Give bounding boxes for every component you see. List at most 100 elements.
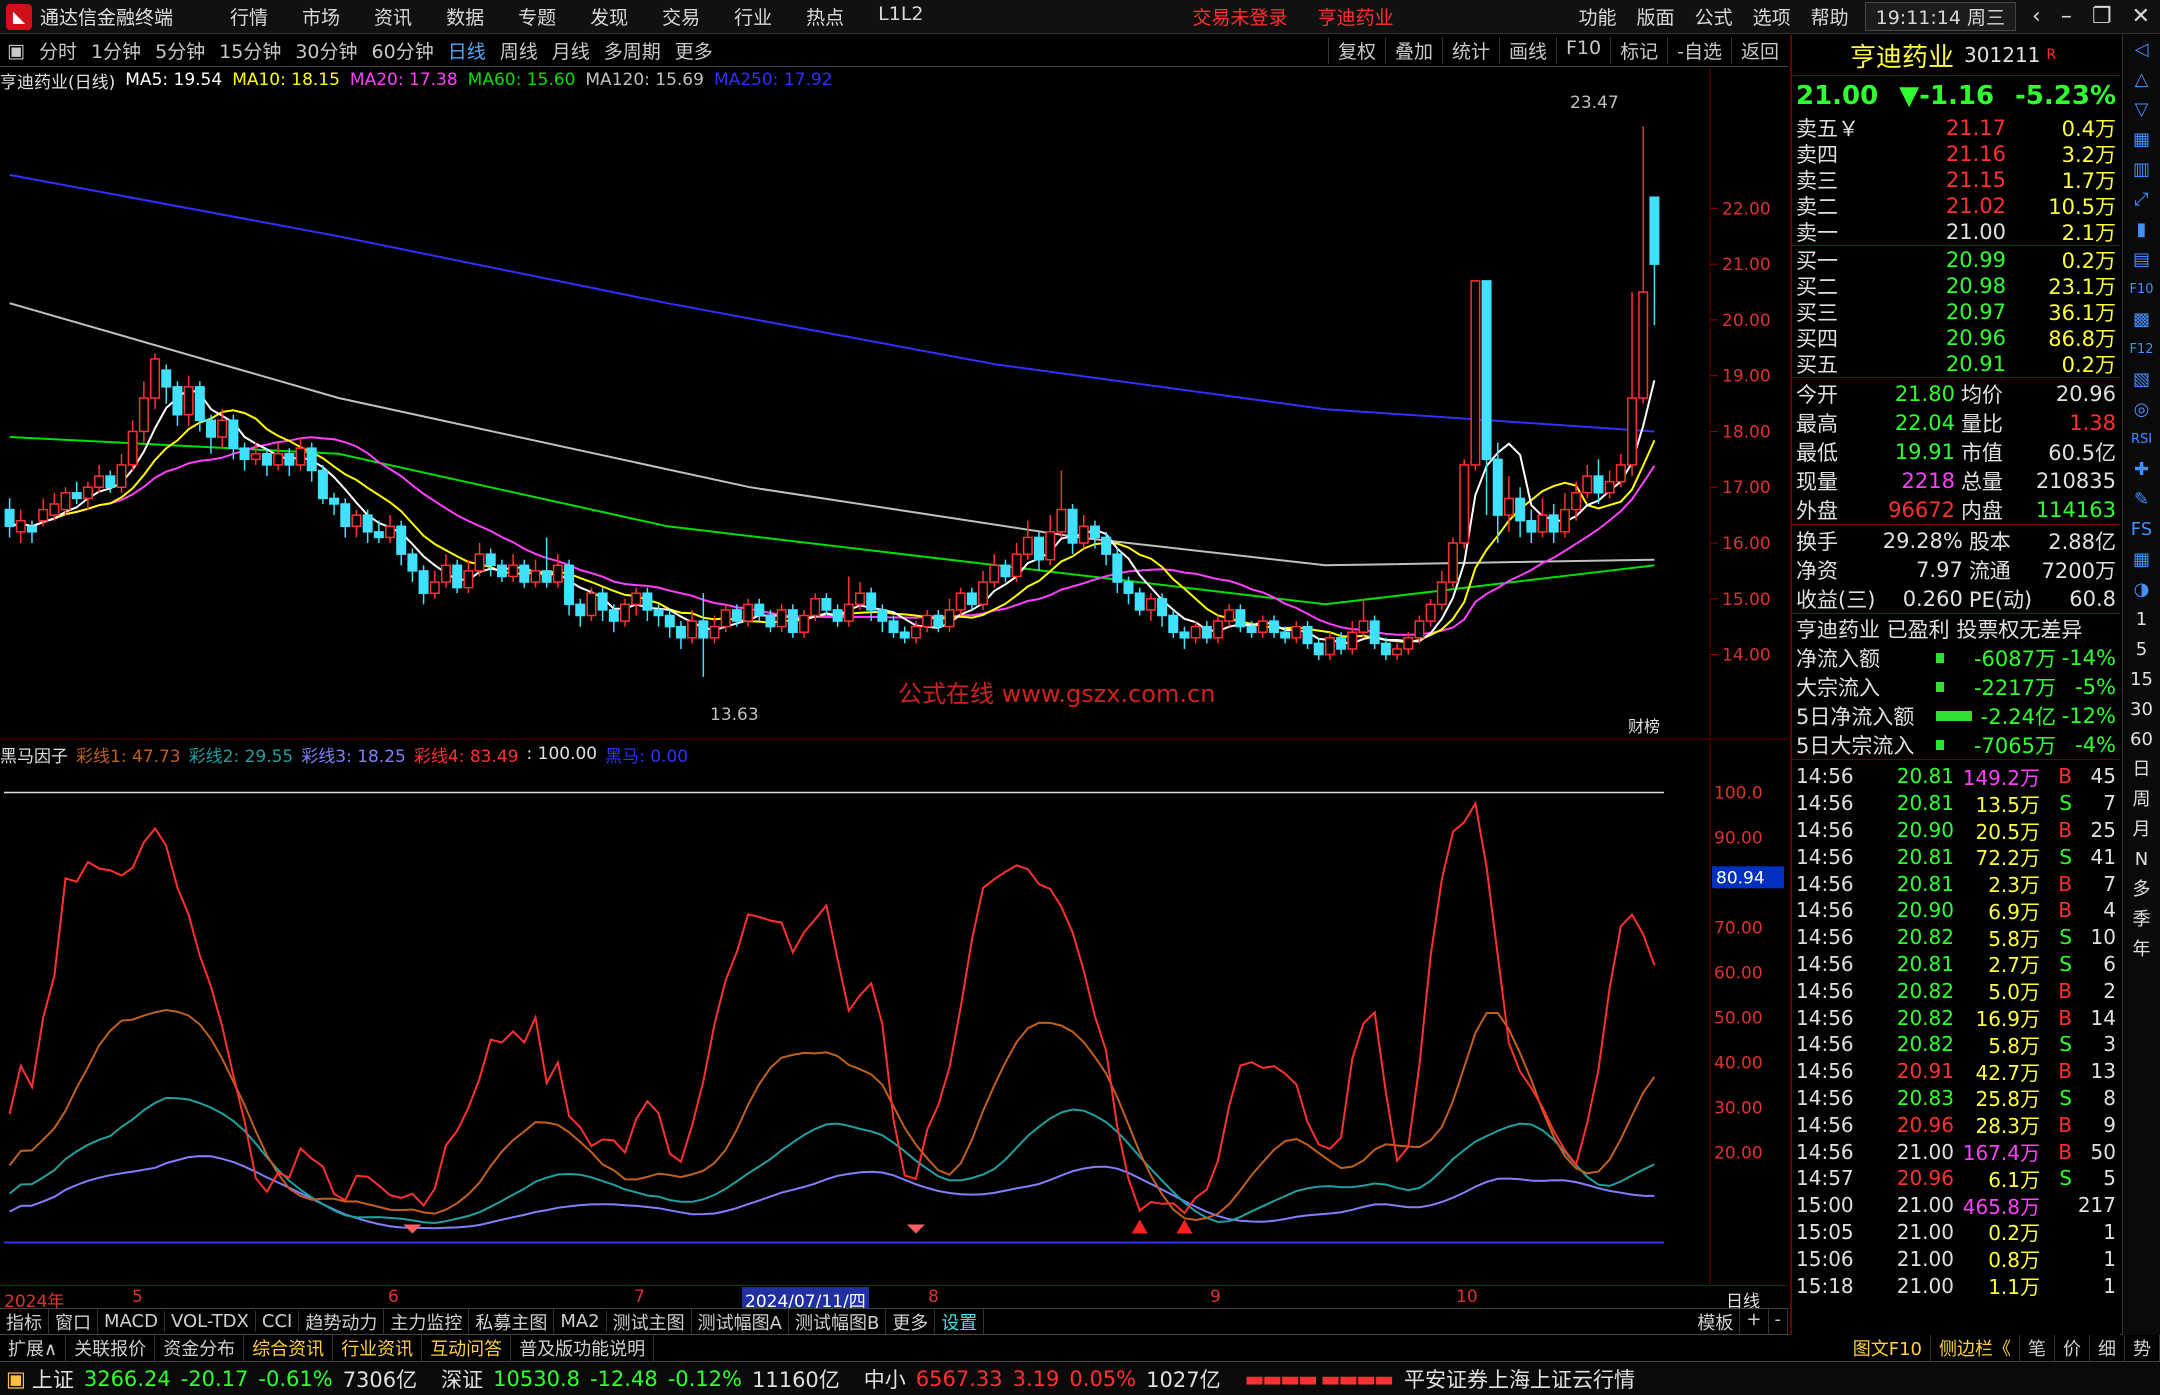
menu-item-9[interactable]: L1L2 (861, 3, 940, 30)
side-tool-24[interactable]: 日 (2133, 755, 2151, 785)
ask-row[interactable]: 卖二 21.02 10.5万 (1792, 193, 2120, 219)
ext-right-0[interactable]: 图文F10 (1845, 1334, 1931, 1361)
bid-row[interactable]: 买一 20.99 0.2万 (1792, 247, 2120, 273)
side-tool-6[interactable]: ▮ (2137, 215, 2147, 245)
chart-tool-1[interactable]: 叠加 (1384, 37, 1442, 64)
stock-name-top[interactable]: 亨迪药业 (1306, 7, 1406, 29)
ask-row[interactable]: 卖五￥ 21.17 0.4万 (1792, 115, 2120, 141)
sz-index[interactable]: 深证 10530.8 -12.48 -0.12% 11160亿 (441, 1364, 840, 1394)
ask-row[interactable]: 卖一 21.00 2.1万 (1792, 219, 2120, 245)
side-tool-14[interactable]: ✚ (2134, 455, 2149, 485)
side-tool-16[interactable]: FS (2131, 515, 2152, 545)
side-tool-2[interactable]: ▽ (2135, 95, 2149, 125)
side-tool-19[interactable]: 1 (2136, 605, 2147, 635)
menu-item-7[interactable]: 行业 (717, 3, 789, 30)
price-chart[interactable]: 22.00 21.00 20.00 19.00 18.00 17.00 16.00 15.00… (0, 68, 1788, 740)
side-tool-18[interactable]: ◑ (2134, 575, 2150, 605)
period-tab-2[interactable]: 5分钟 (148, 37, 212, 64)
menu-formula[interactable]: 公式 (1685, 3, 1743, 30)
back-icon[interactable]: ‹ (2022, 4, 2051, 29)
chart-tool-4[interactable]: F10 (1556, 37, 1610, 64)
period-tab-7[interactable]: 周线 (493, 37, 545, 64)
indicator-tab-0[interactable]: 指标 (0, 1308, 49, 1335)
side-tool-4[interactable]: ▥ (2133, 155, 2150, 185)
side-tool-12[interactable]: ◎ (2134, 395, 2150, 425)
close-icon[interactable]: ✕ (2122, 4, 2160, 29)
ext-tab-4[interactable]: 行业资讯 (333, 1334, 423, 1361)
ext-tab-1[interactable]: 关联报价 (66, 1334, 156, 1361)
ask-row[interactable]: 卖四 21.16 3.2万 (1792, 141, 2120, 167)
side-tool-1[interactable]: △ (2135, 65, 2149, 95)
template-tool-2[interactable]: - (1769, 1308, 1788, 1335)
side-tool-23[interactable]: 60 (2130, 725, 2153, 755)
menu-item-1[interactable]: 市场 (285, 3, 357, 30)
ext-tab-0[interactable]: 扩展∧ (0, 1334, 67, 1361)
ext-right-2[interactable]: 笔 (2020, 1334, 2055, 1361)
menu-function[interactable]: 功能 (1569, 3, 1627, 30)
period-tab-0[interactable]: 分时 (32, 37, 84, 64)
indicator-chart[interactable]: 100.090.0080.0070.0060.0050.0040.0030.00… (0, 740, 1788, 1285)
ext-tab-3[interactable]: 综合资讯 (244, 1334, 334, 1361)
menu-layout[interactable]: 版面 (1627, 3, 1685, 30)
period-tab-1[interactable]: 1分钟 (84, 37, 148, 64)
side-tool-30[interactable]: 年 (2133, 935, 2151, 965)
ext-tab-6[interactable]: 普及版功能说明 (511, 1334, 655, 1361)
chart-tool-2[interactable]: 统计 (1441, 37, 1499, 64)
sh-index[interactable]: 上证 3266.24 -20.17 -0.61% 7306亿 (32, 1364, 417, 1394)
indicator-tab-4[interactable]: CCI (256, 1311, 300, 1332)
side-tool-21[interactable]: 15 (2130, 665, 2153, 695)
chart-tool-3[interactable]: 画线 (1498, 37, 1556, 64)
period-tab-5[interactable]: 60分钟 (365, 37, 441, 64)
restore-icon[interactable]: ❐ (2082, 4, 2122, 29)
ext-right-4[interactable]: 细 (2090, 1334, 2125, 1361)
indicator-tab-1[interactable]: 窗口 (49, 1308, 98, 1335)
side-tool-5[interactable]: ⤢ (2134, 185, 2148, 215)
indicator-tab-9[interactable]: 测试主图 (607, 1308, 692, 1335)
side-tool-17[interactable]: ▦ (2133, 545, 2150, 575)
menu-item-4[interactable]: 专题 (501, 3, 573, 30)
template-tool-0[interactable]: 模板 (1691, 1308, 1741, 1335)
period-tab-8[interactable]: 月线 (545, 37, 597, 64)
chart-tool-0[interactable]: 复权 (1327, 37, 1385, 64)
indicator-tab-3[interactable]: VOL-TDX (165, 1311, 256, 1332)
menu-item-0[interactable]: 行情 (213, 3, 285, 30)
side-tool-11[interactable]: ▧ (2133, 365, 2150, 395)
ask-row[interactable]: 卖三 21.15 1.7万 (1792, 167, 2120, 193)
menu-item-2[interactable]: 资讯 (357, 3, 429, 30)
indicator-tab-11[interactable]: 测试幅图B (789, 1308, 887, 1335)
side-tool-10[interactable]: F12 (2129, 335, 2153, 365)
menu-help[interactable]: 帮助 (1801, 3, 1859, 30)
indicator-tab-5[interactable]: 趋势动力 (299, 1308, 385, 1335)
menu-item-5[interactable]: 发现 (573, 3, 645, 30)
ext-tab-2[interactable]: 资金分布 (155, 1334, 245, 1361)
login-status[interactable]: 交易未登录 (1181, 7, 1300, 29)
indicator-tab-13[interactable]: 设置 (935, 1308, 985, 1335)
bid-row[interactable]: 买四 20.96 86.8万 (1792, 325, 2120, 351)
minimize-icon[interactable]: – (2051, 4, 2082, 29)
template-tool-1[interactable]: + (1740, 1308, 1769, 1335)
period-tab-4[interactable]: 30分钟 (288, 37, 364, 64)
panel-toggle-icon[interactable]: ▣ (0, 40, 32, 62)
ext-right-5[interactable]: 势 (2125, 1334, 2160, 1361)
side-tool-20[interactable]: 5 (2136, 635, 2147, 665)
side-tool-8[interactable]: F10 (2129, 275, 2153, 305)
bid-row[interactable]: 买二 20.98 23.1万 (1792, 273, 2120, 299)
chart-tool-6[interactable]: -自选 (1667, 37, 1731, 64)
bid-row[interactable]: 买三 20.97 36.1万 (1792, 299, 2120, 325)
side-tool-9[interactable]: ▩ (2133, 305, 2150, 335)
side-tool-22[interactable]: 30 (2130, 695, 2153, 725)
bid-row[interactable]: 买五 20.91 0.2万 (1792, 351, 2120, 377)
side-tool-29[interactable]: 季 (2133, 905, 2151, 935)
side-tool-0[interactable]: ◁ (2135, 35, 2149, 65)
indicator-tab-12[interactable]: 更多 (886, 1308, 936, 1335)
menu-options[interactable]: 选项 (1743, 3, 1801, 30)
ext-tab-5[interactable]: 互动问答 (422, 1334, 512, 1361)
finance-tag[interactable]: 财榜 (1628, 717, 1660, 736)
zx-index[interactable]: 中小 6567.33 3.19 0.05% 1027亿 (864, 1364, 1221, 1394)
side-tool-3[interactable]: ▦ (2133, 125, 2150, 155)
menu-item-6[interactable]: 交易 (645, 3, 717, 30)
period-tab-10[interactable]: 更多 (668, 37, 720, 64)
side-tool-26[interactable]: 月 (2133, 815, 2151, 845)
indicator-tab-6[interactable]: 主力监控 (384, 1308, 470, 1335)
side-tool-25[interactable]: 周 (2133, 785, 2151, 815)
